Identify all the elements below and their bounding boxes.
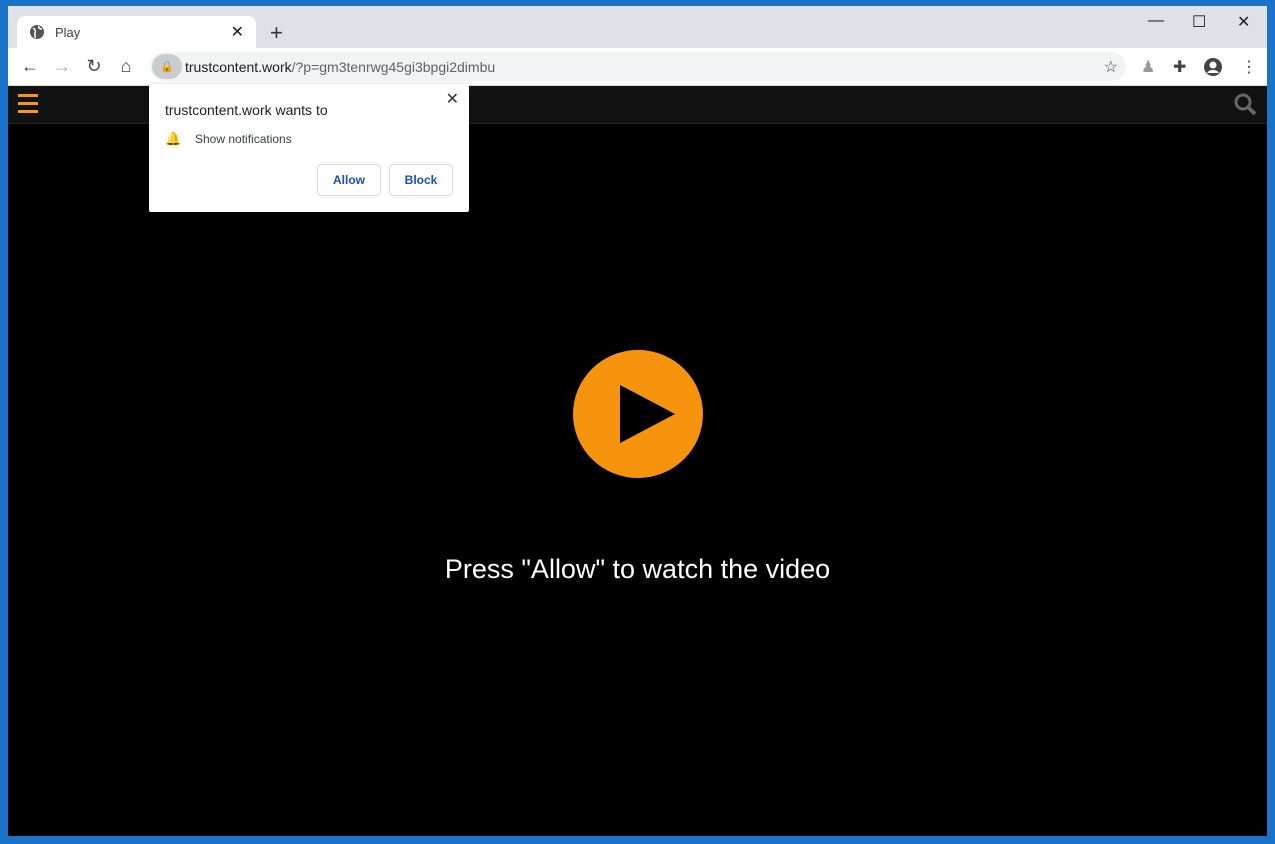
hamburger-menu-icon[interactable] (18, 94, 38, 118)
toolbar: ← → ↻ ⌂ 🔒 trustcontent.work/?p=gm3tenrwg… (8, 48, 1267, 86)
play-button[interactable] (573, 350, 703, 478)
maximize-button[interactable]: ☐ (1192, 12, 1206, 32)
bookmark-star-icon[interactable]: ☆ (1104, 57, 1118, 77)
address-bar[interactable]: 🔒 trustcontent.work/?p=gm3tenrwg45gi3bpg… (150, 52, 1126, 81)
puzzle-icon[interactable]: ✚ (1173, 57, 1186, 77)
extension-icon[interactable]: ♟ (1141, 57, 1155, 77)
close-tab-icon[interactable]: ✕ (231, 22, 244, 42)
permission-text: Show notifications (195, 132, 292, 146)
forward-button[interactable]: → (46, 56, 78, 77)
url-path: /?p=gm3tenrwg45gi3bpgi2dimbu (291, 58, 496, 75)
popup-title: trustcontent.work wants to (165, 102, 328, 118)
profile-icon[interactable] (1203, 57, 1223, 77)
home-button[interactable]: ⌂ (110, 56, 142, 77)
browser-window: Play ✕ + — ☐ ✕ ← → ↻ ⌂ 🔒 trustcontent.wo… (8, 6, 1267, 836)
video-message: Press "Allow" to watch the video (444, 554, 831, 584)
lock-icon[interactable]: 🔒 (152, 54, 182, 79)
tab-play[interactable]: Play ✕ (17, 16, 256, 48)
bell-icon: 🔔 (165, 131, 182, 146)
search-icon[interactable] (1233, 92, 1257, 116)
new-tab-button[interactable]: + (270, 20, 283, 46)
url-host: trustcontent.work (185, 58, 292, 75)
back-button[interactable]: ← (14, 56, 46, 77)
url-text: trustcontent.work/?p=gm3tenrwg45gi3bpgi2… (185, 59, 495, 75)
notification-permission-popup: trustcontent.work wants to ✕ 🔔 Show notif… (149, 84, 469, 212)
reload-button[interactable]: ↻ (78, 56, 110, 77)
block-button[interactable]: Block (389, 164, 453, 196)
close-window-button[interactable]: ✕ (1237, 12, 1250, 32)
menu-icon[interactable]: ⋮ (1241, 57, 1257, 77)
close-popup-icon[interactable]: ✕ (446, 89, 459, 109)
tab-bar: Play ✕ + — ☐ ✕ (8, 6, 1267, 48)
allow-button[interactable]: Allow (317, 164, 381, 196)
tab-title: Play (55, 24, 81, 40)
minimize-button[interactable]: — (1148, 12, 1164, 30)
globe-icon (30, 25, 44, 39)
